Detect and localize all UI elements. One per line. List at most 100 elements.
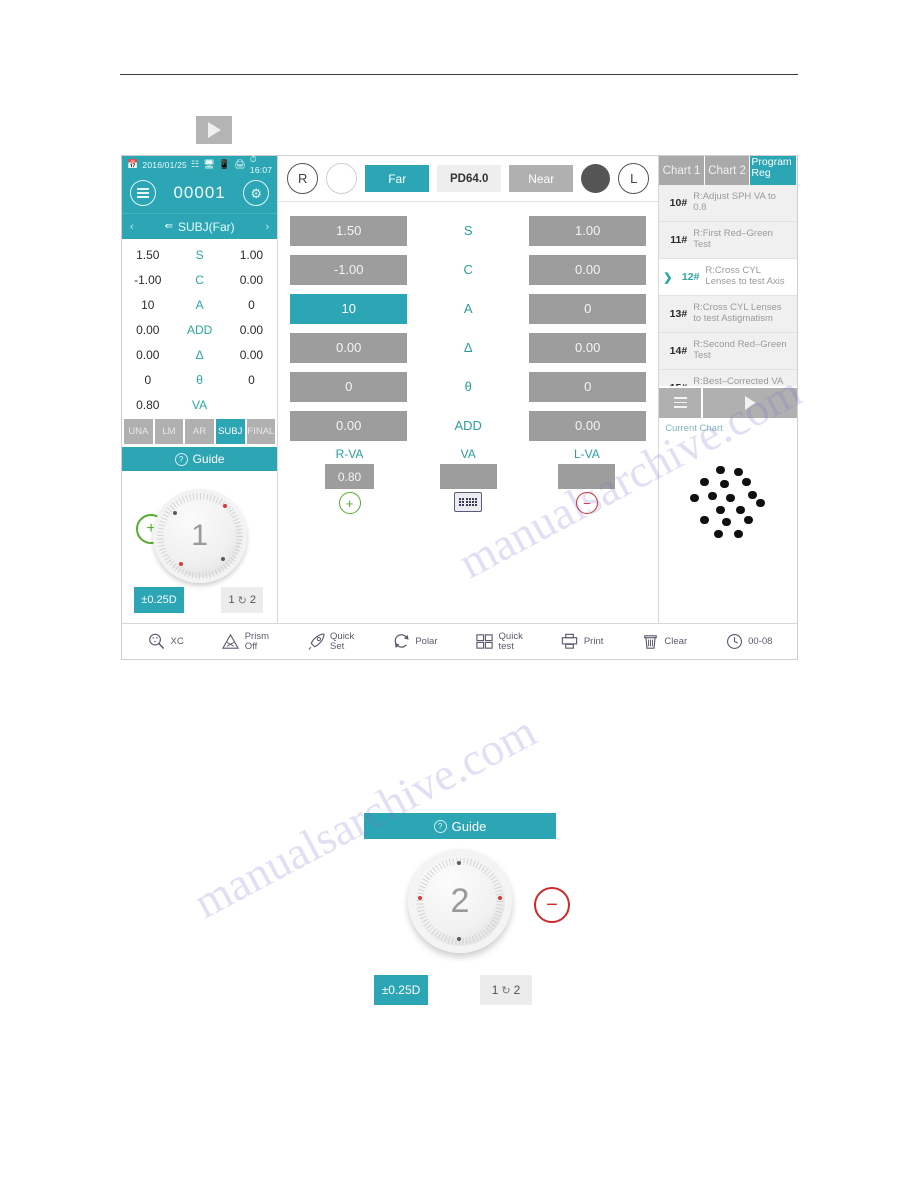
toolbar-xc-button[interactable]: XC (147, 632, 184, 652)
left-value-s[interactable]: 1.00 (529, 215, 647, 246)
left-value-add[interactable]: 0.00 (529, 410, 647, 441)
right-value-s[interactable]: 1.50 (290, 215, 408, 246)
toolbar-clear-button[interactable]: Clear (640, 632, 687, 652)
tab-final[interactable]: FINAL (246, 419, 276, 444)
cell-left-eye: 0 (248, 297, 255, 312)
rotate-minus-icon[interactable]: − (534, 887, 570, 923)
program-menu-button[interactable] (659, 387, 702, 418)
list-item[interactable]: 14# R:Second Red–Green Test (659, 333, 797, 370)
menu-button[interactable] (130, 180, 156, 206)
left-value-delta[interactable]: 0.00 (529, 332, 647, 363)
cell-left-eye: 0 (248, 372, 255, 387)
pd-button[interactable]: PD64.0 (437, 165, 502, 192)
prism-triangle-icon (221, 632, 241, 652)
toolbar-prism-button[interactable]: Prism Off (221, 631, 269, 652)
tab-ar[interactable]: AR (185, 419, 214, 444)
tab-chart-1[interactable]: Chart 1 (659, 156, 705, 185)
toolbar-quicktest-button[interactable]: Quick test (475, 631, 523, 652)
item-number: 13# (669, 308, 688, 320)
tab-program-reg[interactable]: ProgramReg (750, 156, 797, 185)
va-row: R-VA 0.80 + VA L-VA − (278, 445, 658, 514)
occluded-eye-circle-icon[interactable] (581, 164, 611, 193)
item-text: R:Second Red–Green Test (693, 339, 787, 361)
magnifier-cross-cyl-icon (147, 632, 167, 652)
cell-right-eye: 0.00 (136, 322, 160, 337)
keyboard-icon[interactable] (454, 492, 483, 512)
question-circle-icon: ? (433, 819, 447, 833)
l-va-value[interactable] (558, 464, 616, 489)
va-value[interactable] (439, 464, 497, 489)
cell-label: A (195, 297, 204, 312)
tab-chart-2[interactable]: Chart 2 (704, 156, 751, 185)
row-label-a: A (463, 301, 473, 316)
toolbar-timer-button[interactable]: 00-08 (724, 632, 772, 652)
item-text: R:Cross CYL Lenses to test Astigmatism (693, 302, 782, 324)
item-text: R:Cross CYL Lenses to test Axis (705, 265, 785, 287)
left-value-theta[interactable]: 0 (529, 371, 647, 402)
toolbar-polar-button[interactable]: Polar (391, 632, 438, 652)
play-button-figure[interactable] (196, 116, 232, 144)
rocket-quick-set-icon (306, 632, 326, 652)
tab-subj[interactable]: SUBJ (215, 419, 245, 444)
tab-una[interactable]: UNA (124, 419, 153, 444)
swap-left-label: 1 (491, 983, 499, 997)
right-value-a[interactable]: 10 (290, 293, 408, 324)
va-label: VA (460, 447, 476, 461)
rotate-plus-icon[interactable]: + (338, 492, 361, 514)
program-play-button[interactable] (703, 387, 797, 418)
chart-tab-group: Chart 1 Chart 2 ProgramReg (659, 156, 797, 185)
toolbar-timer-label: 00-08 (748, 635, 773, 647)
detail-lens-dial[interactable]: 2 (408, 849, 512, 953)
detail-step-size-button[interactable]: ±0.25D (374, 975, 428, 1005)
detail-swap-toggle-button[interactable]: 1 ↻ 2 (480, 975, 532, 1005)
printer-icon: 🖨 (234, 159, 246, 169)
program-list[interactable]: 10# R:Adjust SPH VA to 0.8 11# R:First R… (659, 185, 797, 386)
detail-guide-button[interactable]: ? Guide (364, 812, 556, 839)
right-value-add[interactable]: 0.00 (290, 410, 408, 441)
cell-right-eye: 0 (144, 372, 152, 387)
table-row: 0.00 ADD 0.00 (122, 317, 277, 342)
tab-lm[interactable]: LM (154, 419, 184, 444)
dial-marker-red (222, 504, 227, 508)
left-eye-indicator[interactable]: L (618, 163, 650, 194)
row-label-c: C (463, 262, 473, 277)
settings-button[interactable]: ⚙ (243, 180, 270, 206)
right-value-c[interactable]: -1.00 (290, 254, 408, 285)
right-value-delta[interactable]: 0.00 (290, 332, 408, 363)
toolbar-print-label: Print (583, 635, 604, 647)
list-item[interactable]: 10# R:Adjust SPH VA to 0.8 (659, 185, 797, 222)
right-value-theta[interactable]: 0 (290, 371, 408, 402)
list-item[interactable]: 11# R:First Red–Green Test (659, 222, 797, 259)
step-size-button[interactable]: ±0.25D (134, 587, 184, 613)
rotate-minus-icon[interactable]: − (575, 492, 598, 514)
list-item-selected[interactable]: ❯ 12# R:Cross CYL Lenses to test Axis (659, 259, 797, 296)
cell-label: S (195, 247, 204, 262)
cell-label: VA (192, 397, 208, 412)
left-panel: 📅 2016/01/25 ☷ 🖥 📱 🖨 ⏱16:07 00001 ⚙ ‹ ⇚ … (122, 154, 279, 623)
near-button[interactable]: Near (509, 165, 574, 192)
current-chart-label: Current Chart (665, 422, 723, 434)
r-va-value[interactable]: 0.80 (325, 464, 375, 489)
list-item[interactable]: 15# R:Best–Corrected VA Test (659, 370, 797, 386)
toolbar-print-button[interactable]: Print (560, 632, 604, 652)
prev-mode-button[interactable]: ‹ (130, 221, 134, 233)
next-mode-button[interactable]: › (266, 221, 270, 233)
cell-left-eye: 0.00 (239, 272, 264, 287)
lens-dial[interactable]: 1 (152, 489, 247, 583)
detail-figure: ? Guide 2 − ±0.25D 1 ↻ 2 (364, 812, 570, 1009)
item-text: R:Adjust SPH VA to 0.8 (693, 191, 776, 213)
dot-cluster-chart-icon[interactable] (690, 465, 766, 542)
open-eye-circle-icon[interactable] (326, 163, 358, 194)
program-controls (659, 385, 797, 418)
left-value-c[interactable]: 0.00 (529, 254, 647, 285)
toolbar-quickset-button[interactable]: Quick Set (306, 631, 354, 652)
left-value-a[interactable]: 0 (529, 293, 647, 324)
right-eye-indicator[interactable]: R (287, 163, 319, 194)
guide-button[interactable]: ? Guide (122, 446, 278, 471)
swap-toggle-button[interactable]: 1 ↻ 2 (221, 587, 264, 613)
patient-id-bar: 00001 ⚙ (122, 173, 278, 213)
row-label-theta: θ (464, 379, 472, 394)
center-header: R Far PD64.0 Near L (278, 156, 659, 202)
list-item[interactable]: 13# R:Cross CYL Lenses to test Astigmati… (659, 296, 797, 333)
far-button[interactable]: Far (365, 165, 430, 192)
